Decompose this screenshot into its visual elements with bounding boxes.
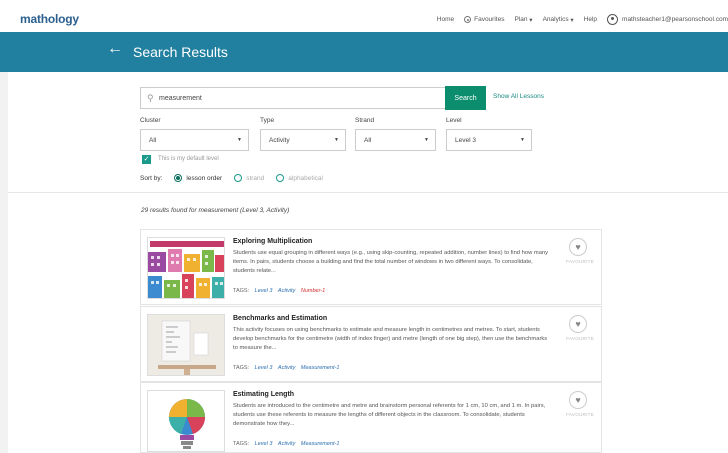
tag-link[interactable]: Activity [278,441,295,447]
results-count: 29 results found for measurement (Level … [141,207,290,214]
mathology-logo[interactable]: mathology [20,12,79,26]
tag-link[interactable]: Measurement-1 [301,441,340,447]
type-value: Activity [269,137,290,144]
nav-favourites[interactable]: Favourites [464,16,504,23]
tags-label: TAGS: [233,365,250,371]
lesson-thumbnail[interactable] [147,390,225,452]
buildings-illustration [148,238,224,298]
result-card[interactable]: Benchmarks and Estimation This activity … [140,306,602,382]
lesson-tags: TAGS: Level 3 Activity Measurement-1 [233,441,339,447]
search-icon: ⚲ [147,93,154,103]
search-input[interactable] [159,91,429,106]
favourite-label: FAVOURITE [566,259,594,264]
divider [8,192,728,193]
result-card[interactable]: Exploring Multiplication Students use eq… [140,229,602,305]
lesson-description: Students are introduced to the centimetr… [233,403,546,427]
chevron-down-icon: ▼ [237,137,242,143]
type-label: Type [260,117,275,124]
lesson-title[interactable]: Estimating Length [233,391,294,398]
default-level-checkbox[interactable]: ✓ [142,155,151,164]
nav-favourites-label: Favourites [474,16,505,23]
user-avatar-icon [607,14,619,25]
lesson-tags: TAGS: Level 3 Activity Measurement-1 [233,365,339,371]
page-title: Search Results [133,44,228,60]
ruler-measure-illustration [148,315,224,375]
type-select[interactable]: Activity ▼ [260,129,346,151]
nav-home[interactable]: Home [437,16,454,23]
tags-label: TAGS: [233,288,250,294]
nav-plan[interactable]: Plan ▾ [514,16,532,24]
strand-value: All [364,137,372,144]
nav-analytics-label: Analytics [542,16,569,23]
tag-link[interactable]: Level 3 [255,365,273,371]
sort-by-group: Sort by: lesson order strand alphabetica… [140,174,323,182]
lesson-tags: TAGS: Level 3 Activity Number-1 [233,288,325,294]
tags-label: TAGS: [233,441,250,447]
cluster-value: All [149,137,157,144]
sort-alphabetical-radio[interactable] [276,174,285,182]
tag-link[interactable]: Number-1 [301,288,325,294]
chevron-down-icon: ▼ [424,137,429,143]
cluster-select[interactable]: All ▼ [140,129,249,151]
result-card[interactable]: Estimating Length Students are introduce… [140,382,602,453]
lesson-description: This activity focuses on using benchmark… [233,327,548,351]
favourites-icon [464,16,472,23]
back-arrow-icon[interactable]: ← [107,40,123,58]
search-box: ⚲ [140,87,446,109]
sort-option-lesson-order[interactable]: lesson order [186,175,222,182]
lesson-description: Students use equal grouping in different… [233,250,549,274]
lesson-title[interactable]: Benchmarks and Estimation [233,315,327,322]
favourite-label: FAVOURITE [566,412,594,417]
strand-label: Strand [355,117,375,124]
lesson-thumbnail[interactable] [147,237,225,299]
nav-plan-label: Plan [514,16,528,23]
lesson-thumbnail[interactable] [147,314,225,376]
nav-analytics[interactable]: Analytics ▾ [543,16,574,24]
strand-select[interactable]: All ▼ [355,129,436,151]
sort-strand-radio[interactable] [234,174,243,182]
chevron-down-icon: ▼ [334,137,339,143]
cluster-label: Cluster [140,117,161,124]
level-value: Level 3 [455,137,476,144]
level-select[interactable]: Level 3 ▼ [446,129,532,151]
user-email: mathsteacher1@pearsonschool.com [622,16,728,23]
nav-menu: Home Favourites Plan ▾ Analytics ▾ Help … [437,14,728,25]
user-menu[interactable]: mathsteacher1@pearsonschool.com [607,14,728,25]
tag-link[interactable]: Activity [278,365,295,371]
lesson-title[interactable]: Exploring Multiplication [233,238,312,245]
sort-option-strand[interactable]: strand [246,175,264,182]
favourite-label: FAVOURITE [566,336,594,341]
nav-help[interactable]: Help [584,16,597,23]
tag-link[interactable]: Activity [278,288,295,294]
lightbulb-puzzle-illustration [148,391,224,451]
tag-link[interactable]: Level 3 [255,441,273,447]
sort-by-label: Sort by: [140,174,163,182]
show-all-lessons-link[interactable]: Show All Lessons [493,93,544,100]
chevron-down-icon: ▼ [520,137,525,143]
page-header: ← Search Results [0,32,728,72]
level-label: Level [446,117,462,124]
heart-icon[interactable]: ♥ [569,238,587,256]
search-button[interactable]: Search [445,86,486,110]
tag-link[interactable]: Level 3 [255,288,273,294]
heart-icon[interactable]: ♥ [569,391,587,409]
sort-option-alphabetical[interactable]: alphabetical [288,175,323,182]
tag-link[interactable]: Measurement-1 [301,365,340,371]
default-level-label: This is my default level [158,156,219,162]
sort-lesson-order-radio[interactable] [174,174,183,182]
heart-icon[interactable]: ♥ [569,315,587,333]
